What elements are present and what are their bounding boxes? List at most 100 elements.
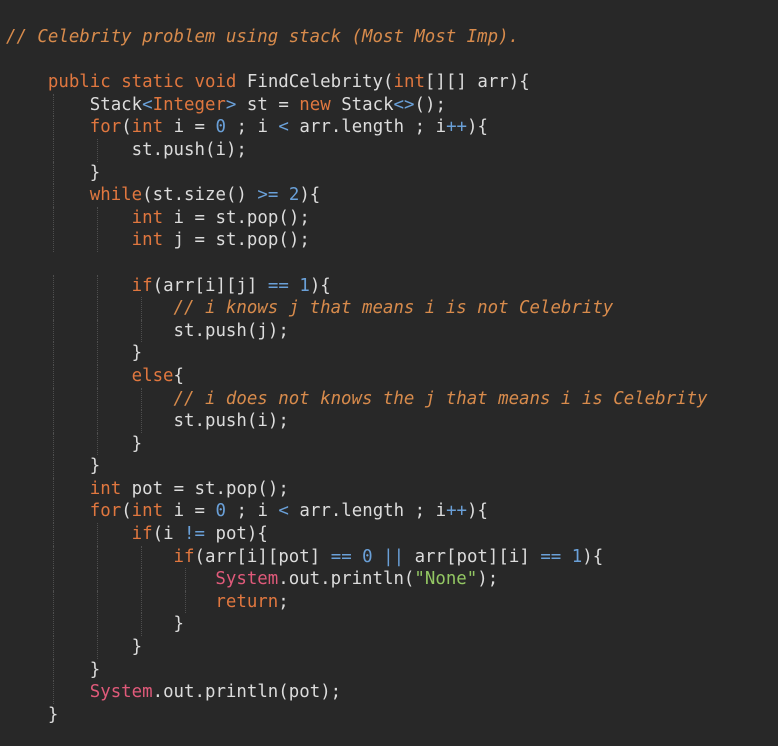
indent-guide: [96, 319, 98, 343]
code-line: // Celebrity problem using stack (Most M…: [0, 26, 778, 49]
indent-guide: [140, 545, 142, 569]
indent-guide: [140, 613, 142, 637]
code-text: int i = st.pop();: [131, 207, 310, 228]
code-line: }: [0, 636, 778, 659]
indent-guide: [52, 613, 54, 637]
code-text: Stack<Integer> st = new Stack<>();: [89, 94, 446, 115]
indent-guide: [96, 364, 98, 388]
code-line: }: [0, 704, 778, 727]
code-text: }: [173, 614, 185, 635]
code-line: if(arr[i][pot] == 0 || arr[pot][i] == 1)…: [0, 545, 778, 569]
indent-guide: [52, 138, 54, 162]
indent-guide: [96, 229, 98, 252]
indent-guide: [96, 545, 98, 569]
indent-guide: [96, 297, 98, 320]
code-text: public static void FindCelebrity(int[][]…: [47, 72, 530, 93]
code-line: st.push(i);: [0, 138, 778, 162]
code-line: else{: [0, 364, 778, 388]
indent-guide: [52, 93, 54, 117]
indent-guide: [184, 568, 186, 591]
code-text: if(arr[i][j] == 1){: [131, 275, 331, 296]
indent-guide: [96, 523, 98, 546]
indent-guide: [52, 500, 54, 524]
indent-guide: [52, 319, 54, 343]
code-line: int j = st.pop();: [0, 229, 778, 252]
code-line: }: [0, 613, 778, 637]
code-line: }: [0, 342, 778, 365]
indent-guide: [52, 387, 54, 411]
code-line: if(i != pot){: [0, 523, 778, 546]
code-line: }: [0, 161, 778, 185]
code-text: st.push(i);: [131, 139, 247, 160]
code-text: if(i != pot){: [131, 524, 268, 545]
code-line: }: [0, 432, 778, 456]
code-text: }: [131, 433, 143, 454]
indent-guide: [96, 432, 98, 456]
code-line: }: [0, 658, 778, 682]
indent-guide: [52, 274, 54, 298]
code-line: }: [0, 455, 778, 478]
indent-guide: [140, 568, 142, 591]
indent-guide: [52, 432, 54, 456]
code-text: }: [131, 637, 143, 658]
indent-guide: [96, 568, 98, 591]
indent-guide: [96, 636, 98, 659]
indent-guide: [52, 161, 54, 185]
code-line: public static void FindCelebrity(int[][]…: [0, 71, 778, 94]
code-line: System.out.println("None");: [0, 568, 778, 591]
indent-guide: [52, 184, 54, 207]
indent-guide: [96, 274, 98, 298]
code-text: else{: [131, 365, 185, 386]
indent-guide: [52, 229, 54, 252]
indent-guide: [52, 455, 54, 478]
code-line: int pot = st.pop();: [0, 477, 778, 501]
indent-guide: [52, 477, 54, 501]
code-line: Stack<Integer> st = new Stack<>();: [0, 93, 778, 117]
indent-guide: [140, 297, 142, 320]
indent-guide: [52, 681, 54, 704]
code-line: for(int i = 0 ; i < arr.length ; i++){: [0, 500, 778, 524]
code-text: System.out.println(pot);: [89, 682, 342, 703]
indent-guide: [52, 568, 54, 591]
indent-guide: [184, 590, 186, 614]
code-text: st.push(j);: [173, 320, 289, 341]
indent-guide: [52, 590, 54, 614]
indent-guide: [140, 590, 142, 614]
code-line: st.push(j);: [0, 319, 778, 343]
indent-guide: [96, 138, 98, 162]
code-line: if(arr[i][j] == 1){: [0, 274, 778, 298]
code-line: st.push(i);: [0, 410, 778, 433]
code-text: if(arr[i][pot] == 0 || arr[pot][i] == 1)…: [173, 546, 604, 567]
code-line: while(st.size() >= 2){: [0, 184, 778, 207]
code-text: // Celebrity problem using stack (Most M…: [6, 27, 520, 47]
code-text: System.out.println("None");: [215, 569, 499, 590]
code-line: // i does not knows the j that means i i…: [0, 387, 778, 411]
indent-guide: [96, 342, 98, 365]
indent-guide: [52, 342, 54, 365]
indent-guide: [96, 387, 98, 411]
code-text: st.push(i);: [173, 411, 289, 432]
code-text: }: [131, 343, 143, 364]
indent-guide: [140, 387, 142, 411]
code-editor[interactable]: // Celebrity problem using stack (Most M…: [0, 0, 778, 746]
indent-guide: [52, 206, 54, 230]
code-line: // i knows j that means i is not Celebri…: [0, 297, 778, 320]
indent-guide: [140, 410, 142, 433]
code-text: return;: [215, 591, 289, 612]
indent-guide: [52, 545, 54, 569]
indent-guide: [52, 658, 54, 682]
code-text: }: [47, 704, 59, 725]
code-line: for(int i = 0 ; i < arr.length ; i++){: [0, 116, 778, 139]
indent-guide: [52, 636, 54, 659]
code-text: int pot = st.pop();: [89, 478, 289, 499]
code-line: return;: [0, 590, 778, 614]
indent-guide: [52, 116, 54, 139]
code-text: for(int i = 0 ; i < arr.length ; i++){: [89, 117, 488, 138]
indent-guide: [52, 364, 54, 388]
code-line: int i = st.pop();: [0, 206, 778, 230]
code-text: int j = st.pop();: [131, 230, 310, 251]
code-text: for(int i = 0 ; i < arr.length ; i++){: [89, 501, 488, 522]
indent-guide: [52, 523, 54, 546]
